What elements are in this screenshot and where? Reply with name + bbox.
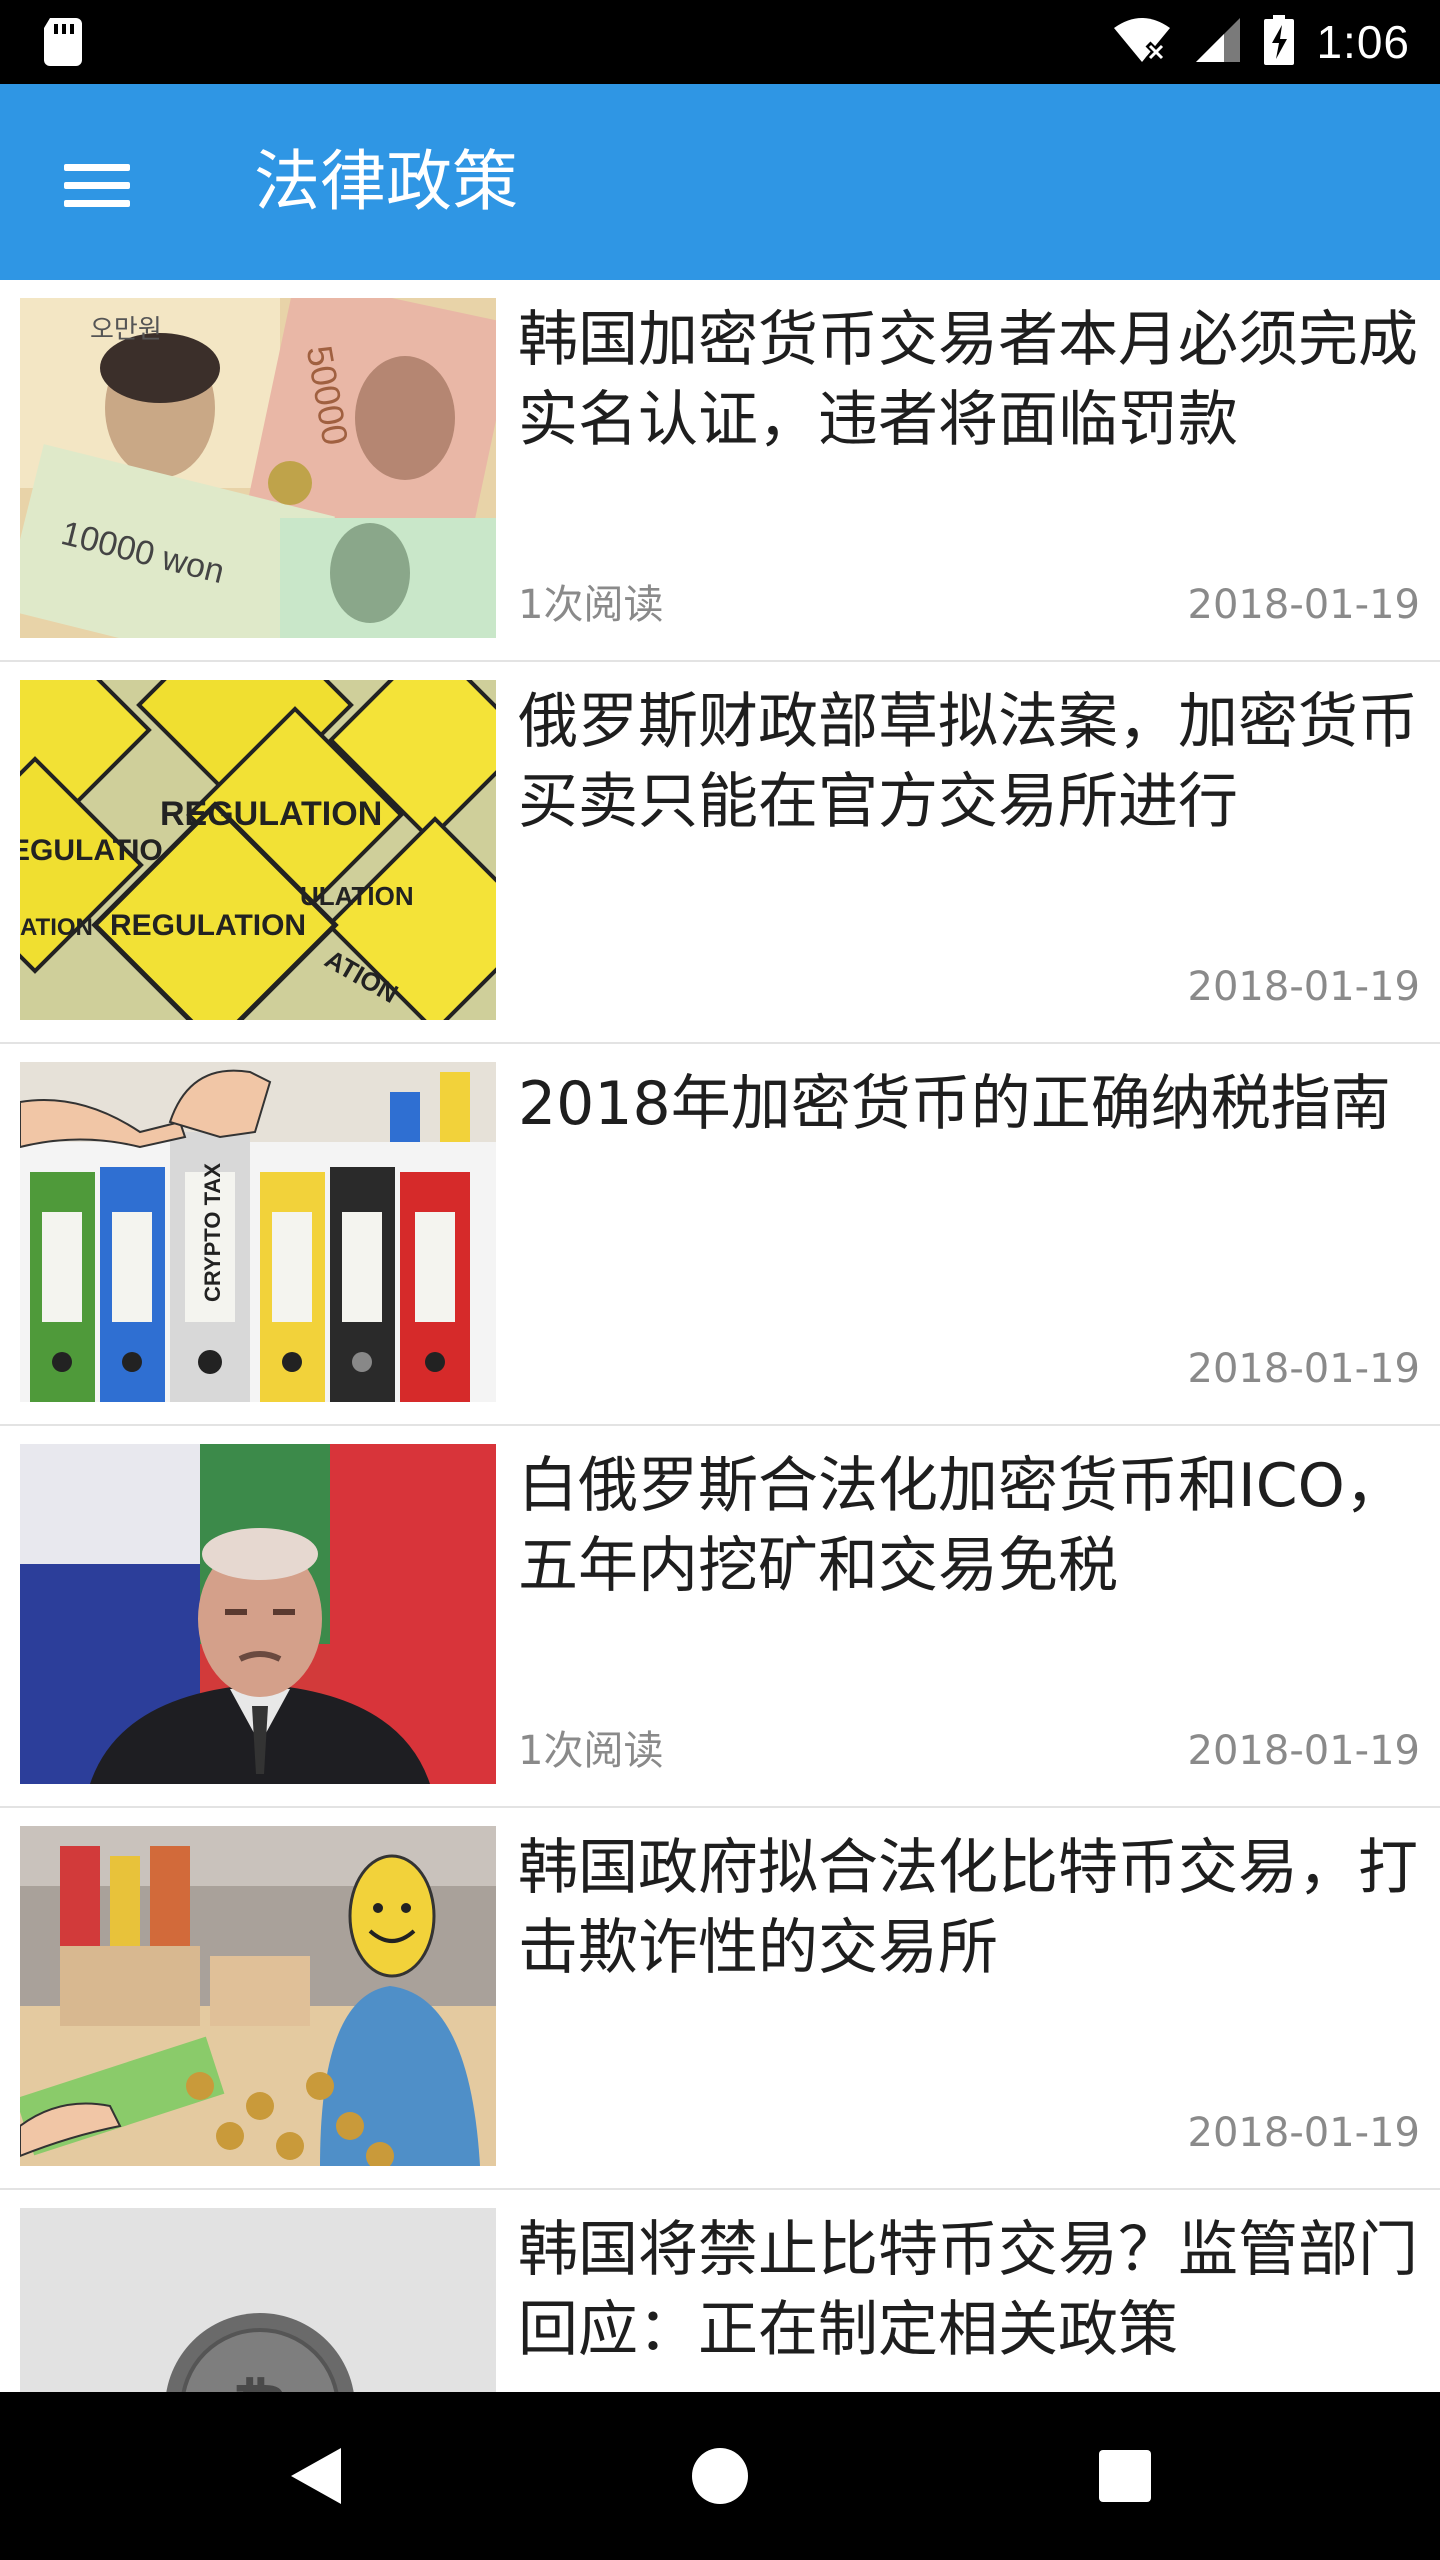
home-icon[interactable] (680, 2436, 760, 2516)
svg-text:오만원: 오만원 (90, 314, 162, 344)
hamburger-menu-icon[interactable] (56, 144, 140, 228)
article-thumbnail: 10000 won 오만원 50000 (20, 298, 496, 638)
status-bar: 1:06 (0, 0, 1440, 84)
article-title: 韩国政府拟合法化比特币交易，打击欺诈性的交易所 (518, 1833, 1418, 1983)
app-bar: 法律政策 (0, 84, 1440, 280)
article-title: 2018年加密货币的正确纳税指南 (518, 1069, 1391, 1139)
read-count: 1次阅读 (518, 1728, 664, 1774)
article-title: 韩国将禁止比特币交易？监管部门回应：正在制定相关政策 (518, 2215, 1418, 2365)
article-thumbnail (20, 1444, 496, 1784)
svg-text:REGULATION: REGULATION (160, 795, 382, 833)
news-list[interactable]: 10000 won 오만원 50000 韩国加密货币交易者本月必须完成实名认证，… (0, 280, 1440, 2392)
sd-card-icon (42, 18, 84, 70)
wifi-off-icon (1112, 16, 1172, 68)
clock: 1:06 (1316, 16, 1410, 68)
list-item[interactable]: CRYPTO TAX 2018年加密货币的正确纳税指南 2018-01-19 (0, 1044, 1440, 1426)
article-title: 韩国加密货币交易者本月必须完成实名认证，违者将面临罚款 (518, 305, 1418, 455)
article-date: 2018-01-19 (1187, 1728, 1420, 1774)
signal-icon (1194, 16, 1242, 68)
svg-text:ULATION: ULATION (300, 881, 414, 911)
battery-charging-icon (1264, 15, 1295, 69)
article-date: 2018-01-19 (1187, 2110, 1420, 2156)
read-count: 1次阅读 (518, 582, 664, 628)
article-date: 2018-01-19 (1187, 1346, 1420, 1392)
svg-text:REGULATION: REGULATION (110, 909, 306, 942)
article-thumbnail (20, 1826, 496, 2166)
article-thumbnail: CRYPTO TAX (20, 1062, 496, 1402)
recents-icon[interactable] (1085, 2436, 1165, 2516)
article-thumbnail: ₿ (20, 2208, 496, 2392)
back-icon[interactable] (275, 2436, 355, 2516)
article-date: 2018-01-19 (1187, 964, 1420, 1010)
list-item[interactable]: REGULATION REGULATION EGULATIO ULATION A… (0, 662, 1440, 1044)
svg-text:₿: ₿ (232, 2370, 289, 2392)
svg-text:ATION: ATION (20, 914, 93, 941)
page-title: 法律政策 (254, 143, 518, 220)
list-item[interactable]: ₿ 韩国将禁止比特币交易？监管部门回应：正在制定相关政策 (0, 2190, 1440, 2392)
article-date: 2018-01-19 (1187, 582, 1420, 628)
article-title: 白俄罗斯合法化加密货币和ICO，五年内挖矿和交易免税 (518, 1451, 1405, 1601)
list-item[interactable]: 10000 won 오만원 50000 韩国加密货币交易者本月必须完成实名认证，… (0, 280, 1440, 662)
svg-text:CRYPTO TAX: CRYPTO TAX (200, 1163, 225, 1302)
svg-text:EGULATIO: EGULATIO (20, 834, 163, 867)
list-item[interactable]: 白俄罗斯合法化加密货币和ICO，五年内挖矿和交易免税 1次阅读 2018-01-… (0, 1426, 1440, 1808)
article-thumbnail: REGULATION REGULATION EGULATIO ULATION A… (20, 680, 496, 1020)
list-item[interactable]: 韩国政府拟合法化比特币交易，打击欺诈性的交易所 2018-01-19 (0, 1808, 1440, 2190)
navigation-bar (0, 2392, 1440, 2560)
article-title: 俄罗斯财政部草拟法案，加密货币买卖只能在官方交易所进行 (518, 687, 1418, 837)
